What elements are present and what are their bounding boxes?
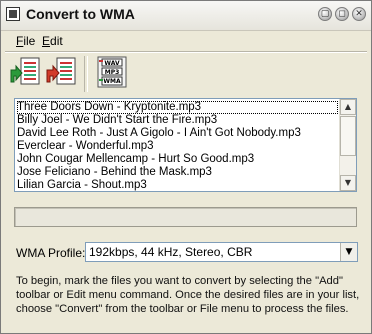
file-list[interactable]: Three Doors Down - Kryptonite.mp3 Billy … — [14, 98, 357, 192]
scroll-up-button[interactable]: ▲ — [340, 99, 356, 115]
menu-edit[interactable]: Edit — [42, 34, 63, 48]
maximize-button[interactable]: ◻ — [335, 7, 349, 21]
help-text: To begin, mark the files you want to con… — [16, 275, 360, 315]
restore-icon: ◻ — [338, 9, 346, 19]
window-title: Convert to WMA — [26, 6, 135, 22]
convert-button[interactable]: WAV MP3 WMA — [95, 56, 129, 88]
scroll-down-button[interactable]: ▼ — [340, 175, 356, 191]
list-scrollbar[interactable]: ▲ ▼ — [339, 99, 356, 191]
list-item[interactable]: Three Doors Down - Kryptonite.mp3 — [17, 101, 338, 114]
menu-separator — [5, 51, 367, 53]
menu-file[interactable]: File — [16, 34, 35, 48]
convert-label-wma: WMA — [103, 78, 121, 85]
convert-window: Convert to WMA ▢ ◻ ✕ File Edit WAV MP3 W… — [0, 0, 372, 334]
close-button[interactable]: ✕ — [352, 7, 366, 21]
add-button[interactable] — [9, 56, 43, 88]
dropdown-arrow-icon[interactable]: ▼ — [340, 243, 357, 261]
convert-label-wav: WAV — [104, 60, 120, 67]
remove-button[interactable] — [45, 56, 79, 88]
app-icon — [6, 7, 20, 21]
profile-label: WMA Profile: — [16, 246, 86, 260]
convert-icon: WAV MP3 WMA — [97, 56, 127, 88]
list-item[interactable]: Everclear - Wonderful.mp3 — [17, 140, 154, 153]
minimize-icon: ▢ — [320, 9, 330, 19]
convert-label-mp3: MP3 — [105, 69, 120, 76]
menu-bar: File Edit — [1, 31, 371, 49]
title-bar[interactable]: Convert to WMA ▢ ◻ ✕ — [1, 1, 371, 31]
profile-value: 192kbps, 44 kHz, Stereo, CBR — [89, 245, 253, 259]
list-item[interactable]: David Lee Roth - Just A Gigolo - I Ain't… — [17, 127, 301, 140]
list-item[interactable]: Jose Feliciano - Behind the Mask.mp3 — [17, 166, 212, 179]
toolbar-separator — [84, 56, 88, 92]
add-files-icon — [10, 57, 40, 85]
list-item[interactable]: John Cougar Mellencamp - Hurt So Good.mp… — [17, 153, 254, 166]
list-item[interactable]: Billy Joel - We Didn't Start the Fire.mp… — [17, 114, 217, 127]
close-icon: ✕ — [355, 9, 363, 19]
progress-bar — [14, 207, 357, 227]
profile-select[interactable]: 192kbps, 44 kHz, Stereo, CBR ▼ — [85, 242, 358, 262]
list-item[interactable]: Lilian Garcia - Shout.mp3 — [17, 179, 147, 191]
minimize-button[interactable]: ▢ — [318, 7, 332, 21]
remove-files-icon — [46, 57, 76, 85]
scroll-thumb[interactable] — [340, 116, 356, 156]
